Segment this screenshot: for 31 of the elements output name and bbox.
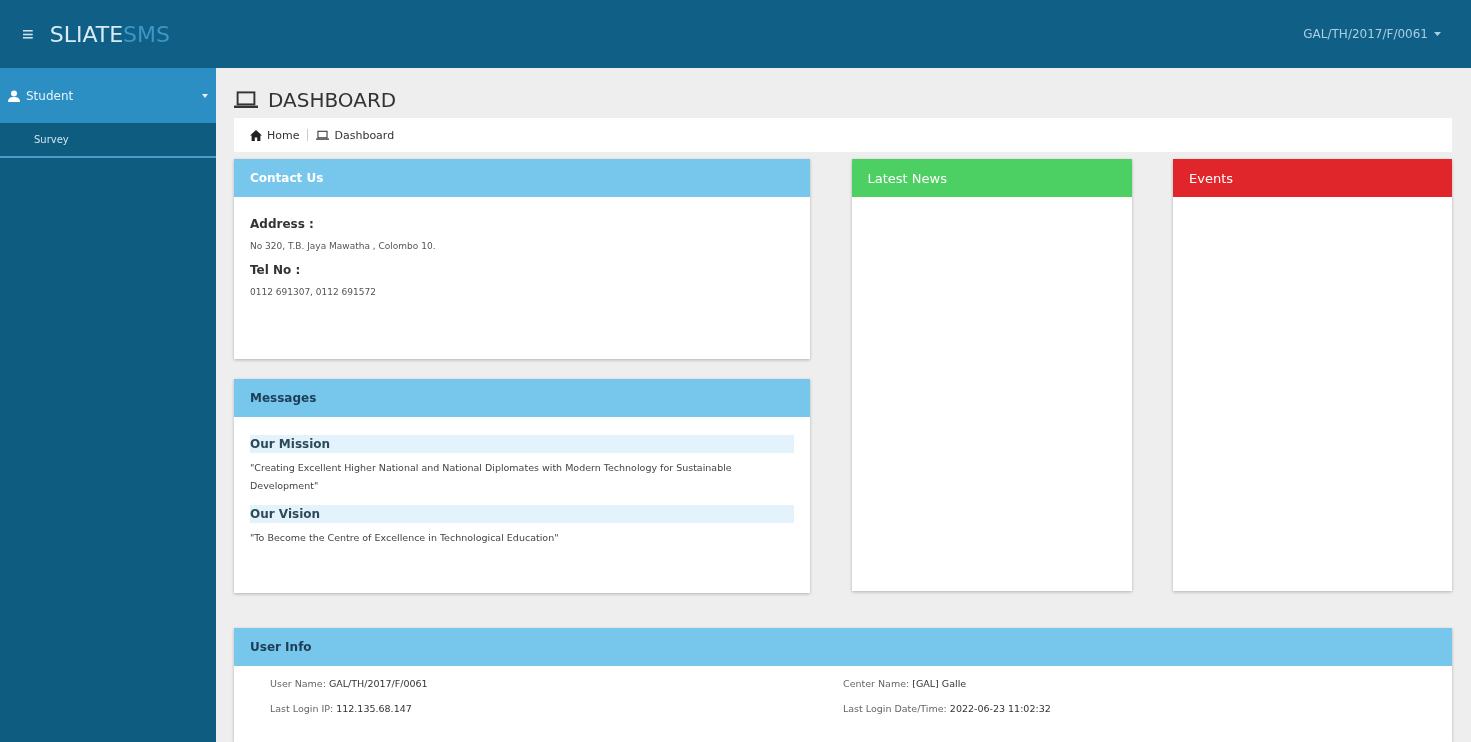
home-icon	[250, 129, 262, 141]
info-text: User Name: GAL/TH/2017/F/0061	[270, 678, 429, 690]
panel-title: Events	[1173, 159, 1452, 198]
field-value: No 320, T.B. Jaya Mawatha , Colombo 10.	[250, 241, 437, 252]
caret-icon	[1434, 32, 1441, 36]
sidebar-item[interactable]: Student	[0, 68, 216, 123]
info-text: Last Login IP: 112.135.68.147	[270, 703, 413, 715]
menu-button[interactable]: ≡	[18, 22, 38, 46]
breadcrumb-link[interactable]: Home	[250, 128, 300, 142]
page-title: DASHBOARD	[268, 88, 397, 112]
section-heading: Our Mission	[250, 435, 794, 454]
caret-icon	[202, 93, 208, 98]
info-text: Last Login Date/Time: 2022-06-23 11:02:32	[843, 703, 1052, 715]
brand-suffix: SMS	[123, 21, 170, 47]
card-title: User Info	[234, 628, 1452, 667]
section-text: "To Become the Centre of Excellence in Technological Education"	[250, 531, 560, 546]
field-value: 0112 691307, 0112 691572	[250, 287, 377, 298]
panel-title: Latest News	[851, 159, 1132, 198]
laptop-icon	[234, 90, 258, 110]
card-title: Messages	[234, 379, 810, 418]
field-label: Tel No :	[250, 263, 302, 278]
user-icon	[8, 89, 20, 102]
breadcrumb-link[interactable]: Dashboard	[316, 128, 395, 142]
field-label: Address :	[250, 217, 315, 232]
info-text: Center Name: [GAL] Galle	[843, 678, 968, 690]
section-heading: Our Vision	[250, 505, 794, 524]
brand-logo: SLIATE	[49, 21, 124, 47]
card-title: Contact Us	[234, 159, 810, 198]
laptop-icon	[316, 129, 330, 141]
user-menu[interactable]: GAL/TH/2017/F/0061	[1297, 26, 1447, 42]
section-text: "Creating Excellent Higher National and National Diplomates with Modern Technology for Sustainable Development"	[250, 461, 733, 494]
